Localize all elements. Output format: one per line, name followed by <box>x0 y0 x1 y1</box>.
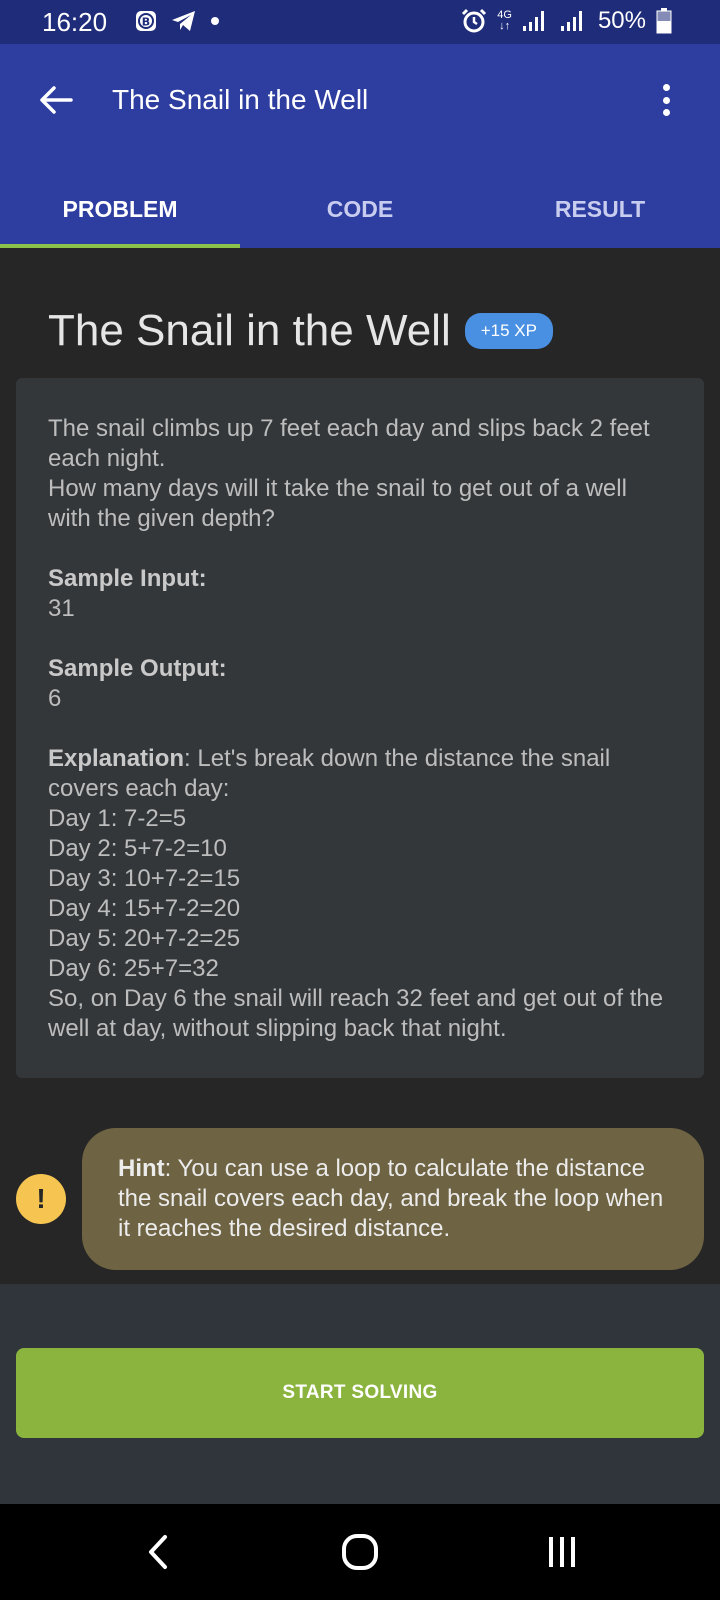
status-bar: 16:20 B 4G ↓↑ 50% <box>0 0 720 44</box>
day-line: Day 4: 15+7-2=20 <box>48 895 241 922</box>
hint-label: Hint <box>118 1155 165 1182</box>
dot-icon <box>211 17 219 25</box>
tab-problem[interactable]: PROBLEM <box>0 182 240 248</box>
hint-bubble: Hint: You can use a loop to calculate th… <box>82 1128 704 1270</box>
nav-recents-button[interactable] <box>532 1522 592 1582</box>
day-line: Day 3: 10+7-2=15 <box>48 865 241 892</box>
hint-text: : You can use a loop to calculate the di… <box>118 1155 664 1242</box>
tab-result[interactable]: RESULT <box>480 182 720 248</box>
status-time: 16:20 <box>42 7 108 37</box>
tab-indicator <box>0 244 240 248</box>
home-circle-icon <box>342 1534 378 1570</box>
sample-output-label: Sample Output: <box>48 655 227 682</box>
day-line: Day 5: 20+7-2=25 <box>48 925 241 952</box>
conclusion: So, on Day 6 the snail will reach 32 fee… <box>48 985 664 1042</box>
description-line: How many days will it take the snail to … <box>48 475 627 532</box>
battery-percent: 50% <box>597 7 646 34</box>
problem-heading: The Snail in the Well +15 XP <box>48 306 553 356</box>
sample-output-value: 6 <box>48 685 62 712</box>
more-vertical-icon-dot <box>662 84 670 91</box>
alarm-icon <box>462 8 487 33</box>
app-bar: The Snail in the Well PROBLEM CODE RESUL… <box>0 44 720 248</box>
battery-icon <box>656 8 672 34</box>
more-vertical-icon-dot <box>662 109 670 116</box>
day-line: Day 2: 5+7-2=10 <box>48 835 227 862</box>
xp-badge: +15 XP <box>464 313 553 349</box>
explanation-label: Explanation <box>48 745 185 772</box>
day-line: Day 1: 7-2=5 <box>48 805 187 832</box>
telegram-icon <box>172 11 195 31</box>
signal-icon <box>522 11 544 31</box>
day-line: Day 6: 25+7=32 <box>48 955 219 982</box>
sample-input-label: Sample Input: <box>48 565 207 592</box>
tab-bar: PROBLEM CODE RESULT <box>0 182 720 248</box>
description-line: The snail climbs up 7 feet each day and … <box>48 415 650 472</box>
exclamation-icon: ! <box>16 1174 66 1224</box>
status-notification-icons: B <box>134 9 220 33</box>
tab-code[interactable]: CODE <box>240 182 480 248</box>
status-system-icons: 4G ↓↑ 50% <box>461 7 672 35</box>
chevron-left-icon <box>149 1535 167 1569</box>
nav-back-button[interactable] <box>128 1522 188 1582</box>
action-area: START SOLVING <box>0 1284 720 1504</box>
network-type-icon: 4G ↓↑ <box>497 9 512 32</box>
system-nav-bar <box>0 1504 720 1600</box>
more-options-button[interactable] <box>656 80 676 120</box>
sample-input-value: 31 <box>48 595 75 622</box>
signal-icon-2 <box>560 11 582 31</box>
recents-icon <box>549 1537 575 1567</box>
start-solving-button[interactable]: START SOLVING <box>16 1348 704 1438</box>
nav-home-button[interactable] <box>330 1522 390 1582</box>
more-vertical-icon-dot <box>662 96 670 104</box>
app-bar-title: The Snail in the Well <box>112 84 369 115</box>
problem-card: The snail climbs up 7 feet each day and … <box>16 378 704 1078</box>
b-app-icon: B <box>136 11 156 31</box>
explanation: Explanation: Let's break down the distan… <box>48 744 672 804</box>
arrow-left-icon <box>40 86 73 114</box>
svg-text:B: B <box>142 16 150 29</box>
back-button[interactable] <box>36 80 76 120</box>
problem-title: The Snail in the Well <box>48 306 451 355</box>
